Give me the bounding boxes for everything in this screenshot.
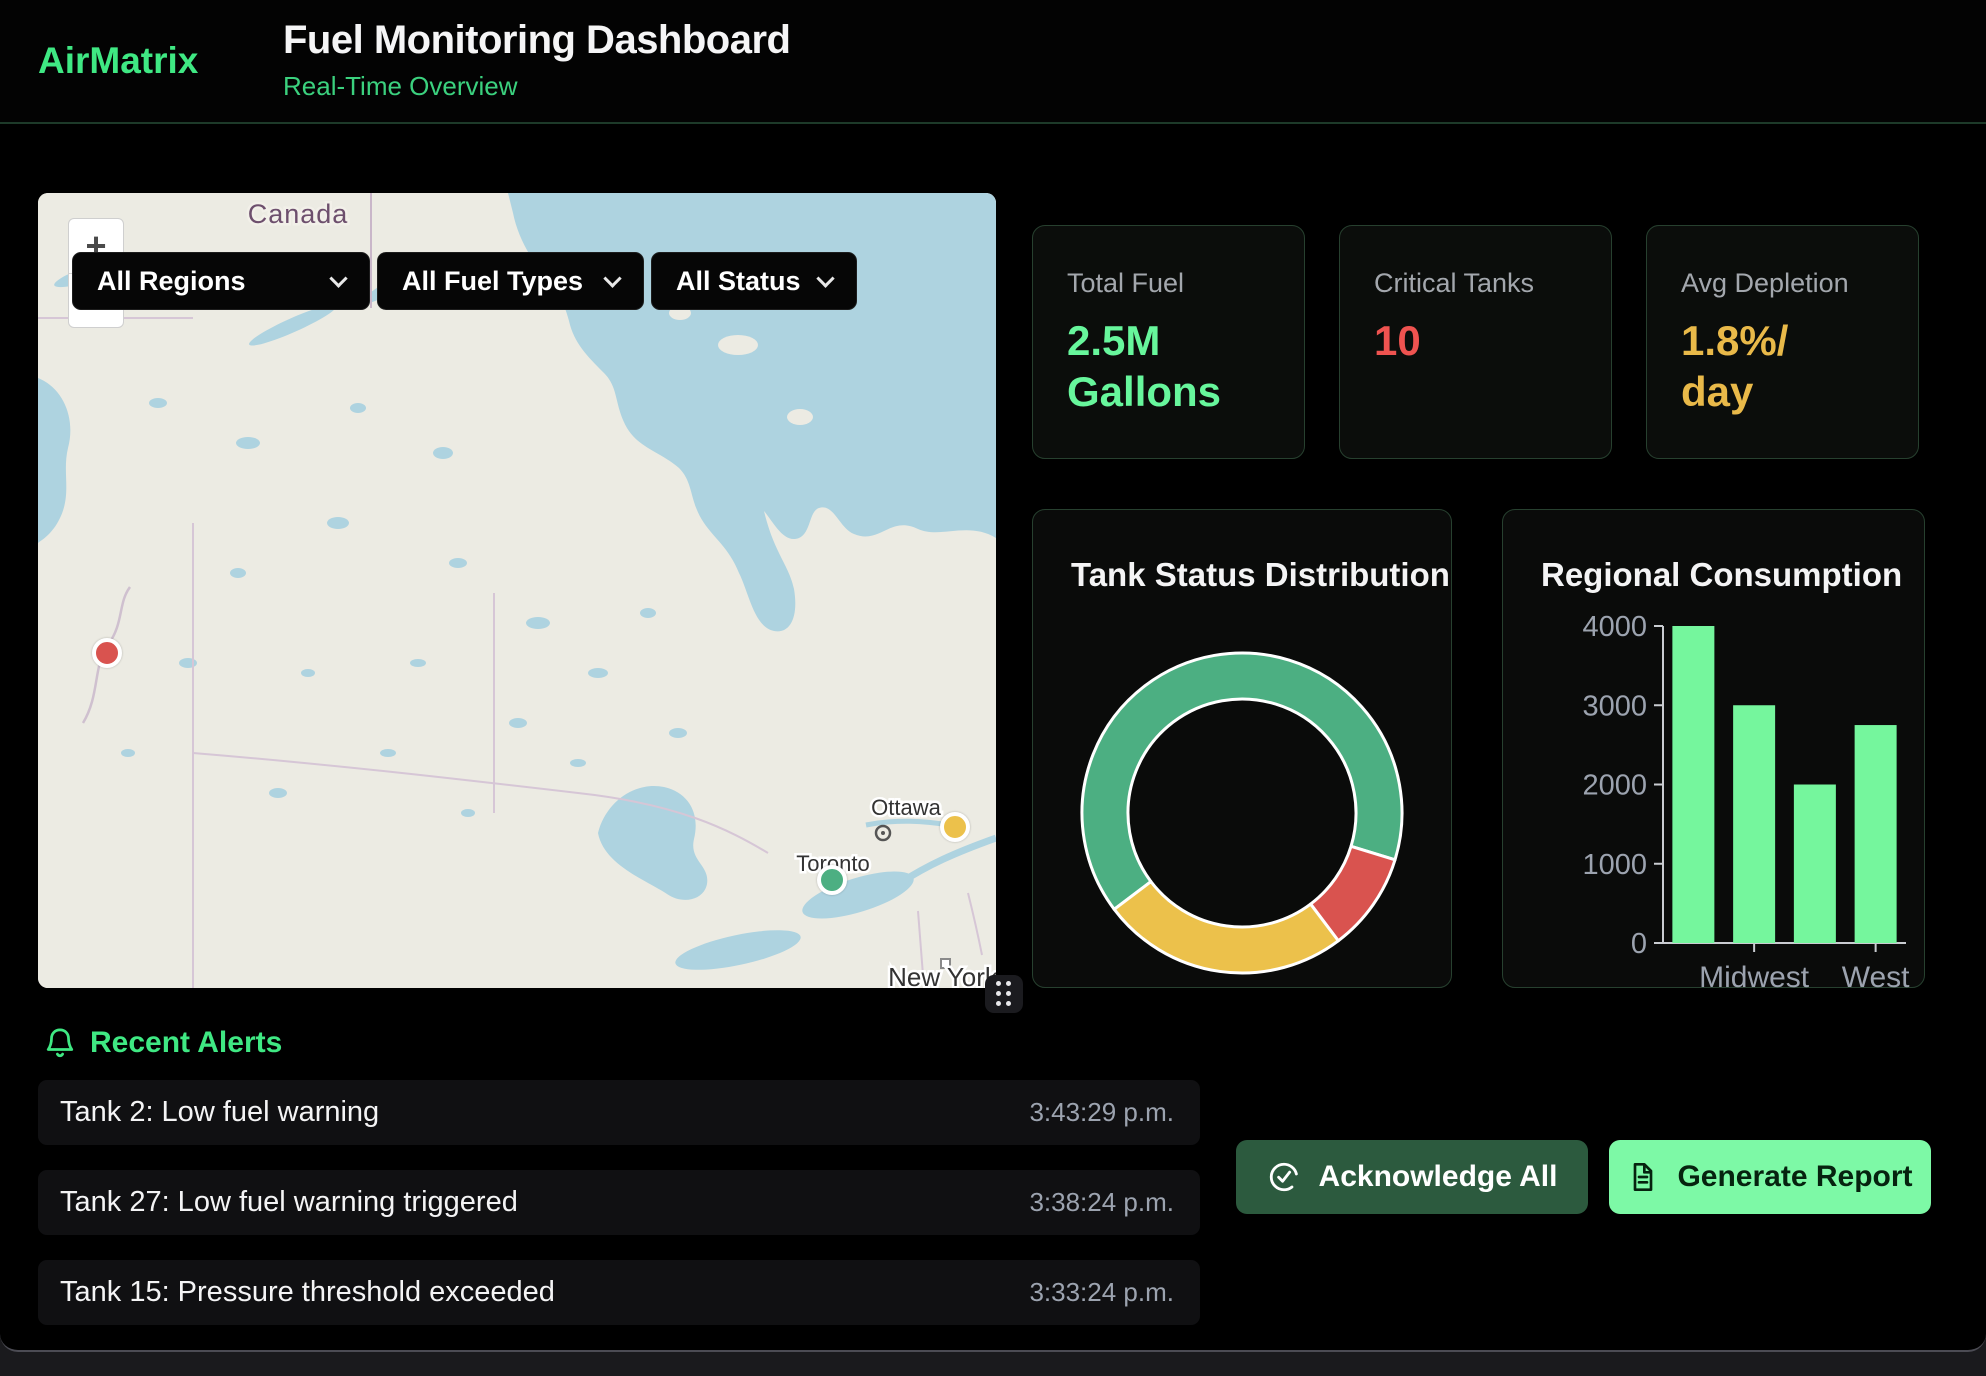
dashboard-root: AirMatrix Fuel Monitoring Dashboard Real…	[0, 0, 1986, 1352]
generate-report-button[interactable]: Generate Report	[1609, 1140, 1931, 1214]
alerts-heading-label: Recent Alerts	[90, 1026, 282, 1060]
bar-chart: 0 1000 2000 3000 4000 Midwest West	[1503, 510, 1926, 989]
alerts-heading: Recent Alerts	[44, 1026, 282, 1060]
alert-message: Tank 27: Low fuel warning triggered	[60, 1186, 1029, 1219]
region-filter-dropdown[interactable]: All Regions	[72, 252, 370, 310]
fuel-map[interactable]: Canada Ottawa Toronto New York	[38, 193, 996, 988]
alert-timestamp: 3:33:24 p.m.	[1029, 1277, 1174, 1308]
regional-consumption-card: Regional Consumption 01000200030004000Mi…	[1502, 509, 1925, 988]
chevron-down-icon	[329, 269, 347, 287]
brand-logo[interactable]: AirMatrix	[38, 40, 198, 82]
region-filter-value: All Regions	[97, 266, 246, 297]
page-subtitle: Real-Time Overview	[283, 71, 790, 102]
stat-card: Avg Depletion 1.8%/ day	[1646, 225, 1919, 459]
stat-label: Total Fuel	[1067, 268, 1304, 299]
generate-report-label: Generate Report	[1677, 1160, 1912, 1194]
fuel-type-filter-value: All Fuel Types	[402, 266, 583, 297]
acknowledge-all-button[interactable]: Acknowledge All	[1236, 1140, 1588, 1214]
map-label-ottawa: Ottawa	[871, 795, 941, 820]
resize-handle[interactable]	[985, 975, 1023, 1013]
alert-row[interactable]: Tank 27: Low fuel warning triggered 3:38…	[38, 1170, 1200, 1235]
stat-value: 1.8%/ day	[1681, 315, 1918, 417]
alert-timestamp: 3:43:29 p.m.	[1029, 1097, 1174, 1128]
alert-timestamp: 3:38:24 p.m.	[1029, 1187, 1174, 1218]
stat-cards: Total Fuel 2.5M Gallons Critical Tanks 1…	[1032, 225, 1919, 459]
map-island	[787, 409, 813, 425]
tank-marker-warning[interactable]	[940, 812, 970, 842]
report-file-icon	[1627, 1161, 1659, 1193]
map-label-new-york: New York	[888, 962, 996, 988]
stat-value: 2.5M Gallons	[1067, 315, 1304, 417]
svg-text:0: 0	[1631, 928, 1647, 960]
svg-text:1000: 1000	[1582, 849, 1647, 881]
alert-row[interactable]: Tank 2: Low fuel warning 3:43:29 p.m.	[38, 1080, 1200, 1145]
check-circle-icon	[1267, 1160, 1301, 1194]
status-filter-value: All Status	[676, 266, 801, 297]
main-nav	[1630, 0, 1930, 124]
header: AirMatrix Fuel Monitoring Dashboard Real…	[0, 0, 1986, 124]
donut-chart	[1033, 510, 1453, 989]
stat-label: Avg Depletion	[1681, 268, 1918, 299]
svg-text:4000: 4000	[1582, 611, 1647, 643]
tank-marker-critical[interactable]	[92, 638, 122, 668]
map-filter-bar: All Regions All Fuel Types All Status	[72, 252, 857, 310]
svg-text:3000: 3000	[1582, 690, 1647, 722]
tank-marker-normal[interactable]	[817, 865, 847, 895]
map-label-country: Canada	[248, 199, 349, 229]
stat-value: 10	[1374, 315, 1611, 366]
map-canvas: Canada Ottawa Toronto New York	[38, 193, 996, 988]
svg-text:Midwest: Midwest	[1699, 961, 1810, 989]
chevron-down-icon	[816, 269, 834, 287]
acknowledge-all-label: Acknowledge All	[1319, 1160, 1558, 1194]
tank-status-card: Tank Status Distribution	[1032, 509, 1452, 988]
svg-text:West: West	[1842, 961, 1910, 989]
map-island	[718, 335, 758, 355]
bell-icon	[44, 1026, 76, 1060]
alert-row[interactable]: Tank 15: Pressure threshold exceeded 3:3…	[38, 1260, 1200, 1325]
chevron-down-icon	[603, 269, 621, 287]
status-filter-dropdown[interactable]: All Status	[651, 252, 857, 310]
svg-text:2000: 2000	[1582, 770, 1647, 802]
stat-card: Total Fuel 2.5M Gallons	[1032, 225, 1305, 459]
title-block: Fuel Monitoring Dashboard Real-Time Over…	[283, 18, 790, 102]
stat-label: Critical Tanks	[1374, 268, 1611, 299]
alert-list: Tank 2: Low fuel warning 3:43:29 p.m. Ta…	[38, 1080, 1200, 1325]
fuel-type-filter-dropdown[interactable]: All Fuel Types	[377, 252, 644, 310]
alert-message: Tank 15: Pressure threshold exceeded	[60, 1276, 1029, 1309]
page-title: Fuel Monitoring Dashboard	[283, 18, 790, 63]
stat-card: Critical Tanks 10	[1339, 225, 1612, 459]
alert-message: Tank 2: Low fuel warning	[60, 1096, 1029, 1129]
